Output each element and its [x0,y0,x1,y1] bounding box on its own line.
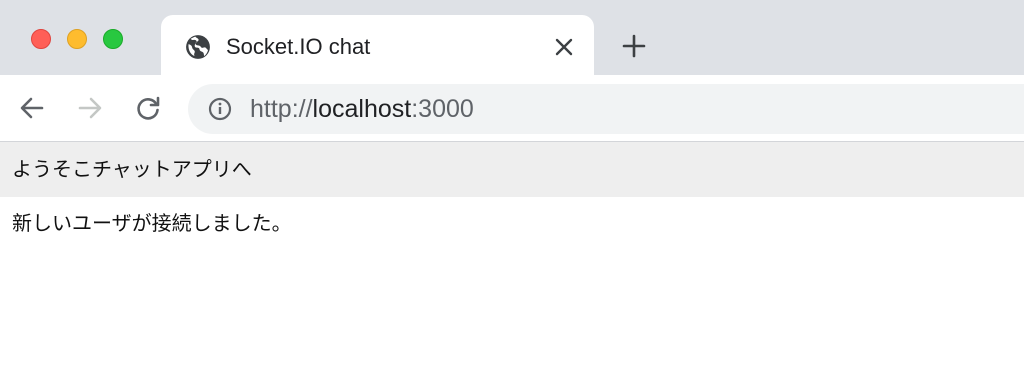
close-tab-icon[interactable] [550,33,578,61]
reload-icon[interactable] [131,91,165,125]
close-window-button[interactable] [31,29,51,49]
chat-header: ようそこチャットアプリへ [0,142,1024,197]
tab-socket-io-chat[interactable]: Socket.IO chat [161,15,594,77]
tab-title: Socket.IO chat [226,34,371,59]
page-title: ようそこチャットアプリへ [12,157,252,181]
zoom-window-button[interactable] [103,29,123,49]
url-port: :3000 [411,95,474,123]
forward-arrow-icon[interactable] [73,91,107,125]
url-scheme: http:// [250,95,313,123]
list-item: 新しいユーザが接続しました。 [12,211,292,235]
url-host: localhost [312,95,412,123]
page-content: ようそこチャットアプリへ 新しいユーザが接続しました。 [0,142,1024,367]
tab-strip: Socket.IO chat [0,0,1024,77]
site-info-icon[interactable] [208,97,232,121]
minimize-window-button[interactable] [67,29,87,49]
back-arrow-icon[interactable] [15,91,49,125]
globe-icon [185,34,211,60]
browser-window: Socket.IO chat http://localhost:3000 ようそ… [0,0,1024,367]
url-text: http://localhost:3000 [250,94,474,124]
message-list: 新しいユーザが接続しました。 [0,197,1024,237]
new-tab-icon[interactable] [619,31,649,61]
browser-toolbar: http://localhost:3000 [0,75,1024,142]
address-bar[interactable]: http://localhost:3000 [188,84,1024,134]
